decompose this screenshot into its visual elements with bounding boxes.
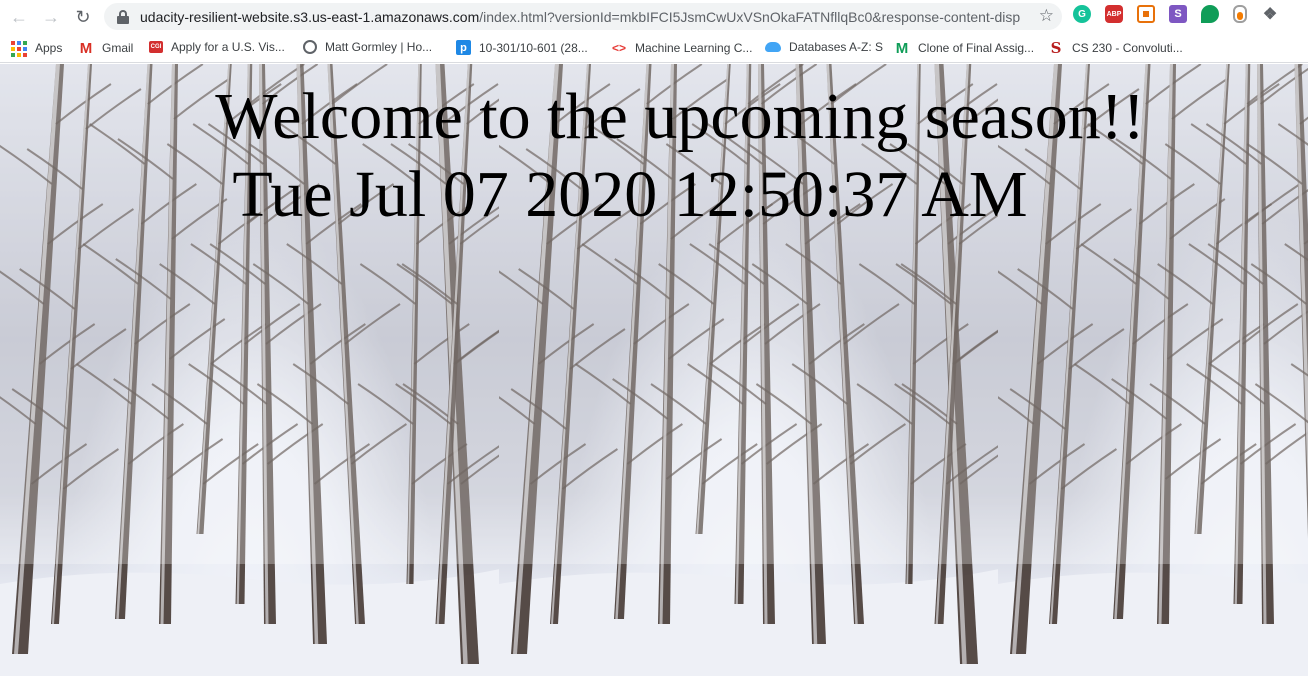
stanford-icon: S (1050, 39, 1062, 57)
cgi-icon: CGI (149, 41, 163, 53)
adblock-plus-icon[interactable]: ABP (1105, 5, 1123, 23)
url-text[interactable]: udacity-resilient-website.s3.us-east-1.a… (140, 9, 1020, 25)
winter-forest-image (499, 64, 999, 676)
bookmark-label: Gmail (102, 41, 134, 55)
current-datetime: Tue Jul 07 2020 12:50:37 AM (232, 158, 1028, 231)
bookmark-gmail[interactable]: M Gmail (78, 39, 134, 57)
bookmark-ml[interactable]: <> Machine Learning C... (611, 40, 752, 56)
forward-arrow-icon[interactable]: → (37, 3, 65, 31)
url-host: udacity-resilient-website.s3.us-east-1.a… (140, 8, 480, 25)
jar-icon[interactable] (1233, 5, 1247, 23)
bookmark-visa[interactable]: CGI Apply for a U.S. Vis... (149, 40, 285, 54)
extensions-area: G ABP S ❖ (1073, 5, 1293, 23)
winter-forest-image (998, 64, 1308, 676)
bookmark-label: Databases A-Z: S (789, 40, 884, 54)
reload-icon[interactable]: ↻ (69, 3, 97, 31)
back-arrow-icon[interactable]: ← (5, 3, 33, 31)
m-icon: M (895, 39, 909, 57)
globe-icon (303, 40, 317, 54)
bookmark-label: 10-301/10-601 (28... (479, 40, 588, 55)
s-extension-icon[interactable]: S (1169, 5, 1187, 23)
bookmark-10-301[interactable]: p 10-301/10-601 (28... (456, 40, 588, 55)
bookmark-label: Apps (35, 41, 63, 55)
bookmark-apps[interactable]: Apps (11, 40, 63, 57)
puzzle-icon[interactable]: ❖ (1261, 5, 1279, 23)
bookmark-label: Machine Learning C... (635, 41, 753, 55)
bookmark-label: Apply for a U.S. Vis... (171, 40, 285, 54)
bookmark-matt-gormley[interactable]: Matt Gormley | Ho... (303, 40, 432, 54)
browser-toolbar: ← → ↻ udacity-resilient-website.s3.us-ea… (0, 0, 1308, 34)
bookmarks-bar: Apps M Gmail CGI Apply for a U.S. Vis...… (0, 34, 1308, 63)
bookmark-databases[interactable]: Databases A-Z: S (765, 40, 883, 54)
lock-icon[interactable] (117, 9, 129, 24)
bookmark-star-icon[interactable]: ☆ (1039, 6, 1054, 26)
grammarly-icon[interactable]: G (1073, 5, 1091, 23)
bookmark-label: Matt Gormley | Ho... (325, 40, 433, 54)
bookmark-clone[interactable]: M Clone of Final Assig... (894, 39, 1035, 57)
bookmark-label: Clone of Final Assig... (918, 41, 1035, 55)
bookmark-label: CS 230 - Convoluti... (1072, 41, 1183, 55)
gmail-icon: M (79, 39, 93, 57)
piazza-icon: p (456, 40, 471, 55)
code-icon: <> (611, 41, 626, 55)
url-path: /index.html?versionId=mkbIFCI5JsmCwUxVSn… (479, 8, 1020, 25)
green-leaf-icon[interactable] (1201, 5, 1219, 23)
bookmark-cs230[interactable]: S CS 230 - Convoluti... (1048, 39, 1183, 57)
winter-forest-image (0, 64, 500, 676)
page-title: Welcome to the upcoming season!! (215, 80, 1145, 153)
address-bar[interactable]: udacity-resilient-website.s3.us-east-1.a… (104, 3, 1062, 30)
orange-square-icon[interactable] (1137, 5, 1155, 23)
cloud-icon (765, 42, 781, 52)
page-content: Welcome to the upcoming season!! Tue Jul… (0, 64, 1308, 676)
apps-grid-icon (11, 40, 27, 57)
